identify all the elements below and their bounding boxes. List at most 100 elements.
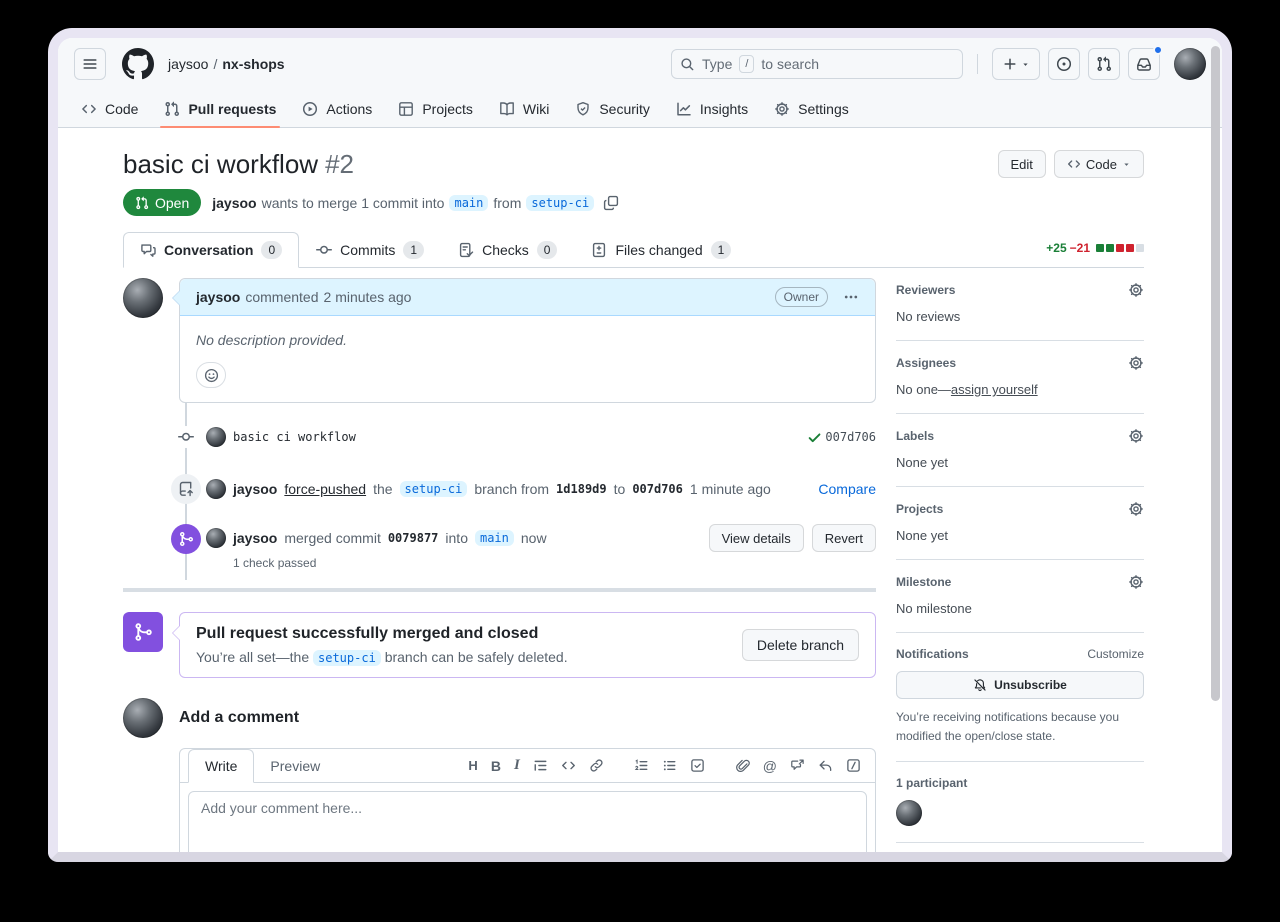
browser-window: jaysoo/nx-shops Type / to search Code Pu… <box>48 28 1232 862</box>
git-commit-icon <box>171 426 201 448</box>
notifications-inbox-button[interactable] <box>1128 48 1160 80</box>
labels-value: None yet <box>896 455 1144 470</box>
window-scrollbar[interactable] <box>1211 46 1220 701</box>
comment-author[interactable]: jaysoo <box>196 289 240 305</box>
nav-tab-security[interactable]: Security <box>562 90 663 127</box>
task-list-button[interactable] <box>690 758 705 773</box>
create-new-button[interactable] <box>992 48 1040 80</box>
code-button[interactable] <box>561 758 576 773</box>
old-sha[interactable]: 1d189d9 <box>556 482 607 496</box>
delete-branch-button[interactable]: Delete branch <box>742 629 859 661</box>
comment-author-avatar[interactable] <box>123 278 163 318</box>
lock-conversation-button[interactable]: Lock conversation <box>896 843 1144 862</box>
force-push-branch[interactable]: setup-ci <box>400 481 468 497</box>
tab-checks[interactable]: Checks 0 <box>441 232 574 268</box>
bell-slash-icon <box>973 678 987 692</box>
additions-count: +25 <box>1046 241 1066 255</box>
cross-reference-button[interactable] <box>790 758 805 773</box>
hamburger-menu-button[interactable] <box>74 48 106 80</box>
search-input[interactable]: Type / to search <box>671 49 963 79</box>
gear-icon <box>1128 501 1144 517</box>
merge-author-avatar[interactable] <box>206 528 226 548</box>
tab-conversation[interactable]: Conversation 0 <box>123 232 299 268</box>
check-passed-note[interactable]: 1 check passed <box>233 556 876 570</box>
pr-author[interactable]: jaysoo <box>212 195 256 211</box>
pr-summary: wants to merge 1 commit into <box>262 195 445 211</box>
deletable-branch-label[interactable]: setup-ci <box>313 650 381 666</box>
add-reaction-button[interactable] <box>196 362 226 388</box>
nav-tab-wiki[interactable]: Wiki <box>486 90 562 127</box>
merge-branch[interactable]: main <box>475 530 514 546</box>
view-details-button[interactable]: View details <box>709 524 804 552</box>
commit-author-avatar[interactable] <box>206 427 226 447</box>
pr-title: basic ci workflow#2 <box>123 148 354 180</box>
copy-branch-icon[interactable] <box>603 195 619 211</box>
unsubscribe-button[interactable]: Unsubscribe <box>896 671 1144 699</box>
force-push-author[interactable]: jaysoo <box>233 481 277 497</box>
milestone-gear-button[interactable] <box>1128 574 1144 590</box>
saved-replies-button[interactable] <box>818 758 833 773</box>
tab-files-changed[interactable]: Files changed 1 <box>574 232 748 268</box>
commit-sha[interactable]: 007d706 <box>825 430 876 444</box>
assign-yourself-link[interactable]: assign yourself <box>951 382 1038 397</box>
issues-button[interactable] <box>1048 48 1080 80</box>
merge-sha[interactable]: 0079877 <box>388 531 439 545</box>
reviewers-gear-button[interactable] <box>1128 282 1144 298</box>
preview-tab[interactable]: Preview <box>254 750 336 782</box>
nav-tab-projects[interactable]: Projects <box>385 90 486 127</box>
comment-textarea[interactable] <box>188 791 867 862</box>
merge-author[interactable]: jaysoo <box>233 530 277 546</box>
caret-down-icon <box>1122 160 1131 169</box>
current-user-avatar[interactable] <box>123 698 163 738</box>
base-branch-label[interactable]: main <box>449 195 488 211</box>
numbered-list-button[interactable] <box>634 758 649 773</box>
bullet-list-button[interactable] <box>662 758 677 773</box>
pull-requests-button[interactable] <box>1088 48 1120 80</box>
force-push-time[interactable]: 1 minute ago <box>690 481 771 497</box>
comment-time[interactable]: 2 minutes ago <box>324 289 412 305</box>
mention-button[interactable]: @ <box>763 758 777 774</box>
heading-button[interactable]: H <box>468 758 477 773</box>
bold-button[interactable]: B <box>491 758 501 774</box>
write-tab[interactable]: Write <box>188 749 254 783</box>
quote-button[interactable] <box>533 758 548 773</box>
kebab-menu-icon[interactable] <box>843 289 859 305</box>
breadcrumb-repo[interactable]: nx-shops <box>222 56 284 72</box>
new-sha[interactable]: 007d706 <box>632 482 683 496</box>
force-push-verb[interactable]: force-pushed <box>284 481 366 497</box>
nav-tab-pull-requests[interactable]: Pull requests <box>151 90 289 127</box>
edit-button[interactable]: Edit <box>998 150 1046 178</box>
breadcrumb: jaysoo/nx-shops <box>168 56 285 72</box>
nav-tab-label: Code <box>105 101 138 117</box>
slash-commands-button[interactable] <box>846 758 861 773</box>
italic-button[interactable]: I <box>514 757 520 774</box>
participant-avatar[interactable] <box>896 800 922 826</box>
github-logo-icon[interactable] <box>122 48 154 80</box>
labels-gear-button[interactable] <box>1128 428 1144 444</box>
merge-time[interactable]: now <box>521 530 547 546</box>
force-push-avatar[interactable] <box>206 479 226 499</box>
inbox-icon <box>1136 56 1152 72</box>
commit-message[interactable]: basic ci workflow <box>233 430 356 444</box>
revert-button[interactable]: Revert <box>812 524 876 552</box>
user-avatar[interactable] <box>1174 48 1206 80</box>
breadcrumb-owner[interactable]: jaysoo <box>168 56 208 72</box>
attach-file-button[interactable] <box>735 758 750 773</box>
comment-action: commented <box>245 289 318 305</box>
assignees-gear-button[interactable] <box>1128 355 1144 371</box>
nav-tab-settings[interactable]: Settings <box>761 90 862 127</box>
code-icon <box>1067 157 1081 171</box>
nav-tab-actions[interactable]: Actions <box>289 90 385 127</box>
tab-commits[interactable]: Commits 1 <box>299 232 441 268</box>
projects-gear-button[interactable] <box>1128 501 1144 517</box>
graph-icon <box>676 101 692 117</box>
compare-link[interactable]: Compare <box>818 481 876 497</box>
code-dropdown-button[interactable]: Code <box>1054 150 1144 178</box>
head-branch-label[interactable]: setup-ci <box>526 195 594 211</box>
link-button[interactable] <box>589 758 604 773</box>
nav-tab-code[interactable]: Code <box>68 90 151 127</box>
customize-link[interactable]: Customize <box>1087 647 1144 661</box>
force-push-text: the <box>373 481 392 497</box>
nav-tab-insights[interactable]: Insights <box>663 90 761 127</box>
tasklist-icon <box>690 758 705 773</box>
